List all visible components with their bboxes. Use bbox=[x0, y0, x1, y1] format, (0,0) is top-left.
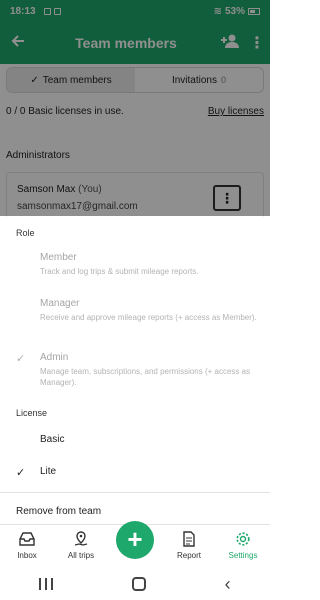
nav-label: Inbox bbox=[17, 551, 37, 560]
nav-label: All trips bbox=[67, 551, 95, 560]
map-pin-icon bbox=[54, 531, 108, 551]
lite-check-icon: ✓ bbox=[16, 467, 26, 479]
report-icon bbox=[162, 531, 216, 551]
nav-report[interactable]: Report bbox=[162, 531, 216, 560]
role-description: Manage team, subscriptions, and permissi… bbox=[40, 367, 251, 387]
admin-check-icon: ✓ bbox=[16, 353, 26, 365]
nav-inbox[interactable]: Inbox bbox=[0, 531, 54, 560]
system-back-icon[interactable]: ‹ bbox=[225, 574, 231, 595]
license-option-basic[interactable]: Basic bbox=[40, 434, 64, 445]
license-section-label: License bbox=[16, 408, 48, 418]
nav-label: Settings bbox=[228, 551, 258, 560]
divider bbox=[0, 492, 270, 493]
recent-apps-icon[interactable] bbox=[39, 578, 54, 590]
remove-from-team-button[interactable]: Remove from team bbox=[16, 506, 101, 517]
role-description: Receive and approve mileage reports (+ a… bbox=[40, 313, 257, 322]
role-option-manager[interactable]: Manager Receive and approve mileage repo… bbox=[40, 298, 258, 323]
role-option-member[interactable]: Member Track and log trips & submit mile… bbox=[40, 252, 258, 277]
bottom-navigation: Inbox All trips + Report Settings bbox=[0, 521, 270, 568]
home-icon[interactable] bbox=[131, 577, 146, 591]
scrim-overlay[interactable] bbox=[0, 0, 270, 216]
nav-settings[interactable]: Settings bbox=[216, 531, 270, 560]
role-title: Member bbox=[40, 252, 77, 263]
inbox-icon bbox=[0, 531, 54, 551]
add-trip-button[interactable]: + bbox=[116, 521, 154, 559]
role-title: Admin bbox=[40, 352, 69, 363]
nav-label: Report bbox=[176, 551, 201, 560]
gear-icon bbox=[216, 531, 270, 551]
role-section-label: Role bbox=[16, 228, 35, 238]
nav-all-trips[interactable]: All trips bbox=[54, 531, 108, 560]
license-option-lite[interactable]: Lite bbox=[40, 466, 56, 477]
role-description: Track and log trips & submit mileage rep… bbox=[40, 267, 199, 276]
system-navigation-bar: ‹ bbox=[0, 568, 270, 600]
member-options-sheet: Role Member Track and log trips & submit… bbox=[0, 216, 270, 524]
role-title: Manager bbox=[40, 298, 80, 309]
role-option-admin[interactable]: Admin Manage team, subscriptions, and pe… bbox=[40, 352, 258, 388]
